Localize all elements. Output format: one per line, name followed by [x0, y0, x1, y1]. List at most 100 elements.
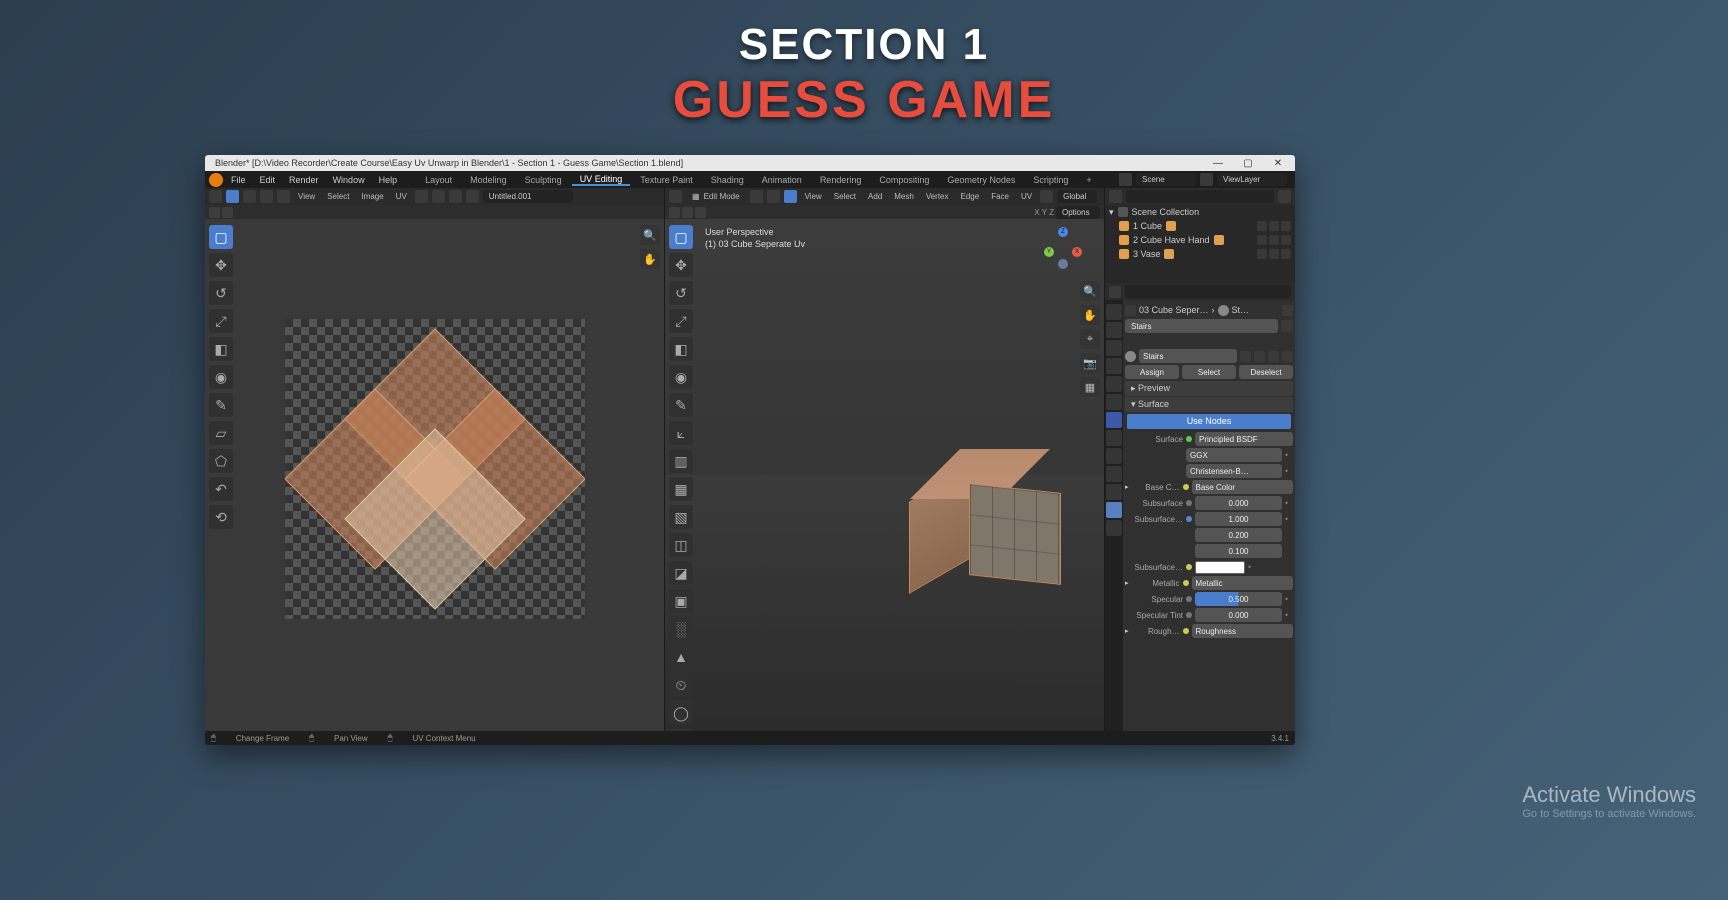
view3d-menu-select[interactable]: Select — [830, 192, 860, 201]
uv-mode-island-icon[interactable] — [277, 190, 290, 203]
editor-type-icon[interactable] — [209, 190, 222, 203]
view3d-shading-icon[interactable] — [695, 207, 706, 218]
outliner-root[interactable]: ▾ Scene Collection — [1105, 205, 1295, 219]
outliner-item-cube-hand[interactable]: 2 Cube Have Hand — [1105, 233, 1295, 247]
render-icon[interactable] — [1269, 235, 1279, 245]
uv-display-options-icon[interactable] — [222, 207, 233, 218]
expand-icon[interactable]: ▸ — [1125, 579, 1129, 587]
tab-modeling[interactable]: Modeling — [462, 175, 515, 185]
view3d-zoom-icon[interactable]: 🔍 — [1080, 281, 1100, 301]
uv-pivot-icon[interactable] — [432, 190, 445, 203]
link-socket-icon[interactable] — [1186, 436, 1192, 442]
tab-sculpting[interactable]: Sculpting — [517, 175, 570, 185]
prop-tab-particle[interactable] — [1106, 430, 1122, 446]
uv-tool-relax[interactable]: ↶ — [209, 477, 233, 501]
material-slot[interactable]: Stairs — [1125, 319, 1278, 333]
uv-image-link-icon[interactable] — [466, 190, 479, 203]
view3d-camera-icon[interactable]: ⌖ — [1080, 329, 1100, 349]
new-material-icon[interactable] — [1254, 351, 1265, 362]
surface-panel-header[interactable]: Surface — [1125, 397, 1293, 412]
uv-overlays-icon[interactable] — [209, 207, 220, 218]
subsurface-value[interactable]: 0.000 — [1195, 496, 1282, 510]
uv-display-icon[interactable] — [449, 190, 462, 203]
outliner-item-vase[interactable]: 3 Vase — [1105, 247, 1295, 261]
tab-layout[interactable]: Layout — [417, 175, 460, 185]
v3d-tool-select[interactable]: ▢ — [669, 225, 693, 249]
view3d-gizmo-icon[interactable] — [682, 207, 693, 218]
subsurface-method-dropdown[interactable]: Christensen-B… — [1186, 464, 1282, 478]
prop-tab-scene[interactable] — [1106, 358, 1122, 374]
pin-icon[interactable] — [1282, 305, 1293, 316]
v3d-tool-smooth[interactable]: ⏲ — [669, 673, 693, 697]
v3d-tool-annotate[interactable]: ✎ — [669, 393, 693, 417]
uv-menu-uv[interactable]: UV — [392, 192, 411, 201]
menu-render[interactable]: Render — [283, 175, 325, 185]
outliner-filter-icon[interactable] — [1278, 190, 1291, 203]
transform-orientation-icon[interactable] — [1040, 190, 1053, 203]
prop-tab-output[interactable] — [1106, 322, 1122, 338]
tab-shading[interactable]: Shading — [703, 175, 752, 185]
tab-rendering[interactable]: Rendering — [812, 175, 870, 185]
v3d-tool-transform[interactable]: ◉ — [669, 365, 693, 389]
uv-tool-select[interactable]: ▢ — [209, 225, 233, 249]
view3d-overlays-icon[interactable] — [669, 207, 680, 218]
disable-icon[interactable] — [1281, 235, 1291, 245]
render-icon[interactable] — [1269, 221, 1279, 231]
v3d-tool-spin[interactable]: ▲ — [669, 645, 693, 669]
view3d-menu-add[interactable]: Add — [864, 192, 886, 201]
link-socket-icon[interactable] — [1183, 484, 1189, 490]
window-minimize-button[interactable]: ― — [1209, 158, 1227, 169]
tab-add[interactable]: + — [1078, 175, 1099, 185]
breadcrumb-object[interactable]: 03 Cube Seper… — [1139, 305, 1209, 315]
tab-uv-editing[interactable]: UV Editing — [572, 174, 631, 186]
deselect-button[interactable]: Deselect — [1239, 365, 1293, 379]
preview-panel-header[interactable]: Preview — [1125, 381, 1293, 396]
eye-icon[interactable] — [1257, 235, 1267, 245]
menu-file[interactable]: File — [225, 175, 252, 185]
disable-icon[interactable] — [1281, 249, 1291, 259]
v3d-tool-rotate[interactable]: ⤢ — [669, 309, 693, 333]
v3d-tool-move[interactable]: ↺ — [669, 281, 693, 305]
unlink-icon[interactable] — [1268, 351, 1279, 362]
uv-mode-face-icon[interactable] — [260, 190, 273, 203]
prop-tab-modifier[interactable] — [1106, 412, 1122, 428]
view3d-menu-face[interactable]: Face — [987, 192, 1013, 201]
expand-icon[interactable]: ▸ — [1125, 627, 1129, 635]
gizmo-z-neg[interactable] — [1058, 259, 1068, 269]
use-nodes-button[interactable]: Use Nodes — [1127, 414, 1291, 429]
prop-tab-object[interactable] — [1106, 394, 1122, 410]
gizmo-x-axis[interactable]: X — [1072, 247, 1082, 257]
v3d-tool-cursor[interactable]: ✥ — [669, 253, 693, 277]
scene-name-field[interactable]: Scene — [1136, 173, 1196, 186]
view3d-menu-view[interactable]: View — [801, 192, 826, 201]
menu-window[interactable]: Window — [327, 175, 371, 185]
prop-tab-constraints[interactable] — [1106, 466, 1122, 482]
view3d-menu-uv[interactable]: UV — [1017, 192, 1036, 201]
gizmo-z-axis[interactable]: Z — [1058, 227, 1068, 237]
distribution-dropdown[interactable]: GGX — [1186, 448, 1282, 462]
subsurface-r-x[interactable]: 1.000 — [1195, 512, 1282, 526]
base-color-value[interactable]: Base Color — [1192, 480, 1293, 494]
prop-tab-render[interactable] — [1106, 304, 1122, 320]
v3d-tool-inset[interactable]: ▧ — [669, 505, 693, 529]
tab-geometry-nodes[interactable]: Geometry Nodes — [939, 175, 1023, 185]
select-button[interactable]: Select — [1182, 365, 1236, 379]
link-socket-icon[interactable] — [1186, 500, 1192, 506]
uv-zoom-icon[interactable]: 🔍 — [640, 225, 660, 245]
uv-tool-move[interactable]: ↺ — [209, 281, 233, 305]
tab-scripting[interactable]: Scripting — [1025, 175, 1076, 185]
shader-dropdown[interactable]: Principled BSDF — [1195, 432, 1293, 446]
view3d-menu-mesh[interactable]: Mesh — [890, 192, 918, 201]
window-titlebar[interactable]: Blender* [D:\Video Recorder\Create Cours… — [205, 155, 1295, 171]
uv-tool-transform[interactable]: ◉ — [209, 365, 233, 389]
select-mode-edge-icon[interactable] — [767, 190, 780, 203]
properties-editor-icon[interactable] — [1109, 286, 1121, 298]
prop-tab-texture[interactable] — [1106, 520, 1122, 536]
navigation-gizmo[interactable]: Z X Y — [1042, 227, 1084, 269]
window-close-button[interactable]: ✕ — [1269, 158, 1287, 169]
subsurface-color-swatch[interactable] — [1195, 561, 1245, 574]
view3d-viewport[interactable]: ▢ ✥ ↺ ⤢ ◧ ◉ ✎ ⟀ ▥ ▦ ▧ ◫ ◪ ▣ ░ ▲ ⏲ — [665, 219, 1104, 731]
v3d-tool-knife[interactable]: ▣ — [669, 589, 693, 613]
view3d-editor-type-icon[interactable] — [669, 190, 682, 203]
outliner-item-cube[interactable]: 1 Cube — [1105, 219, 1295, 233]
